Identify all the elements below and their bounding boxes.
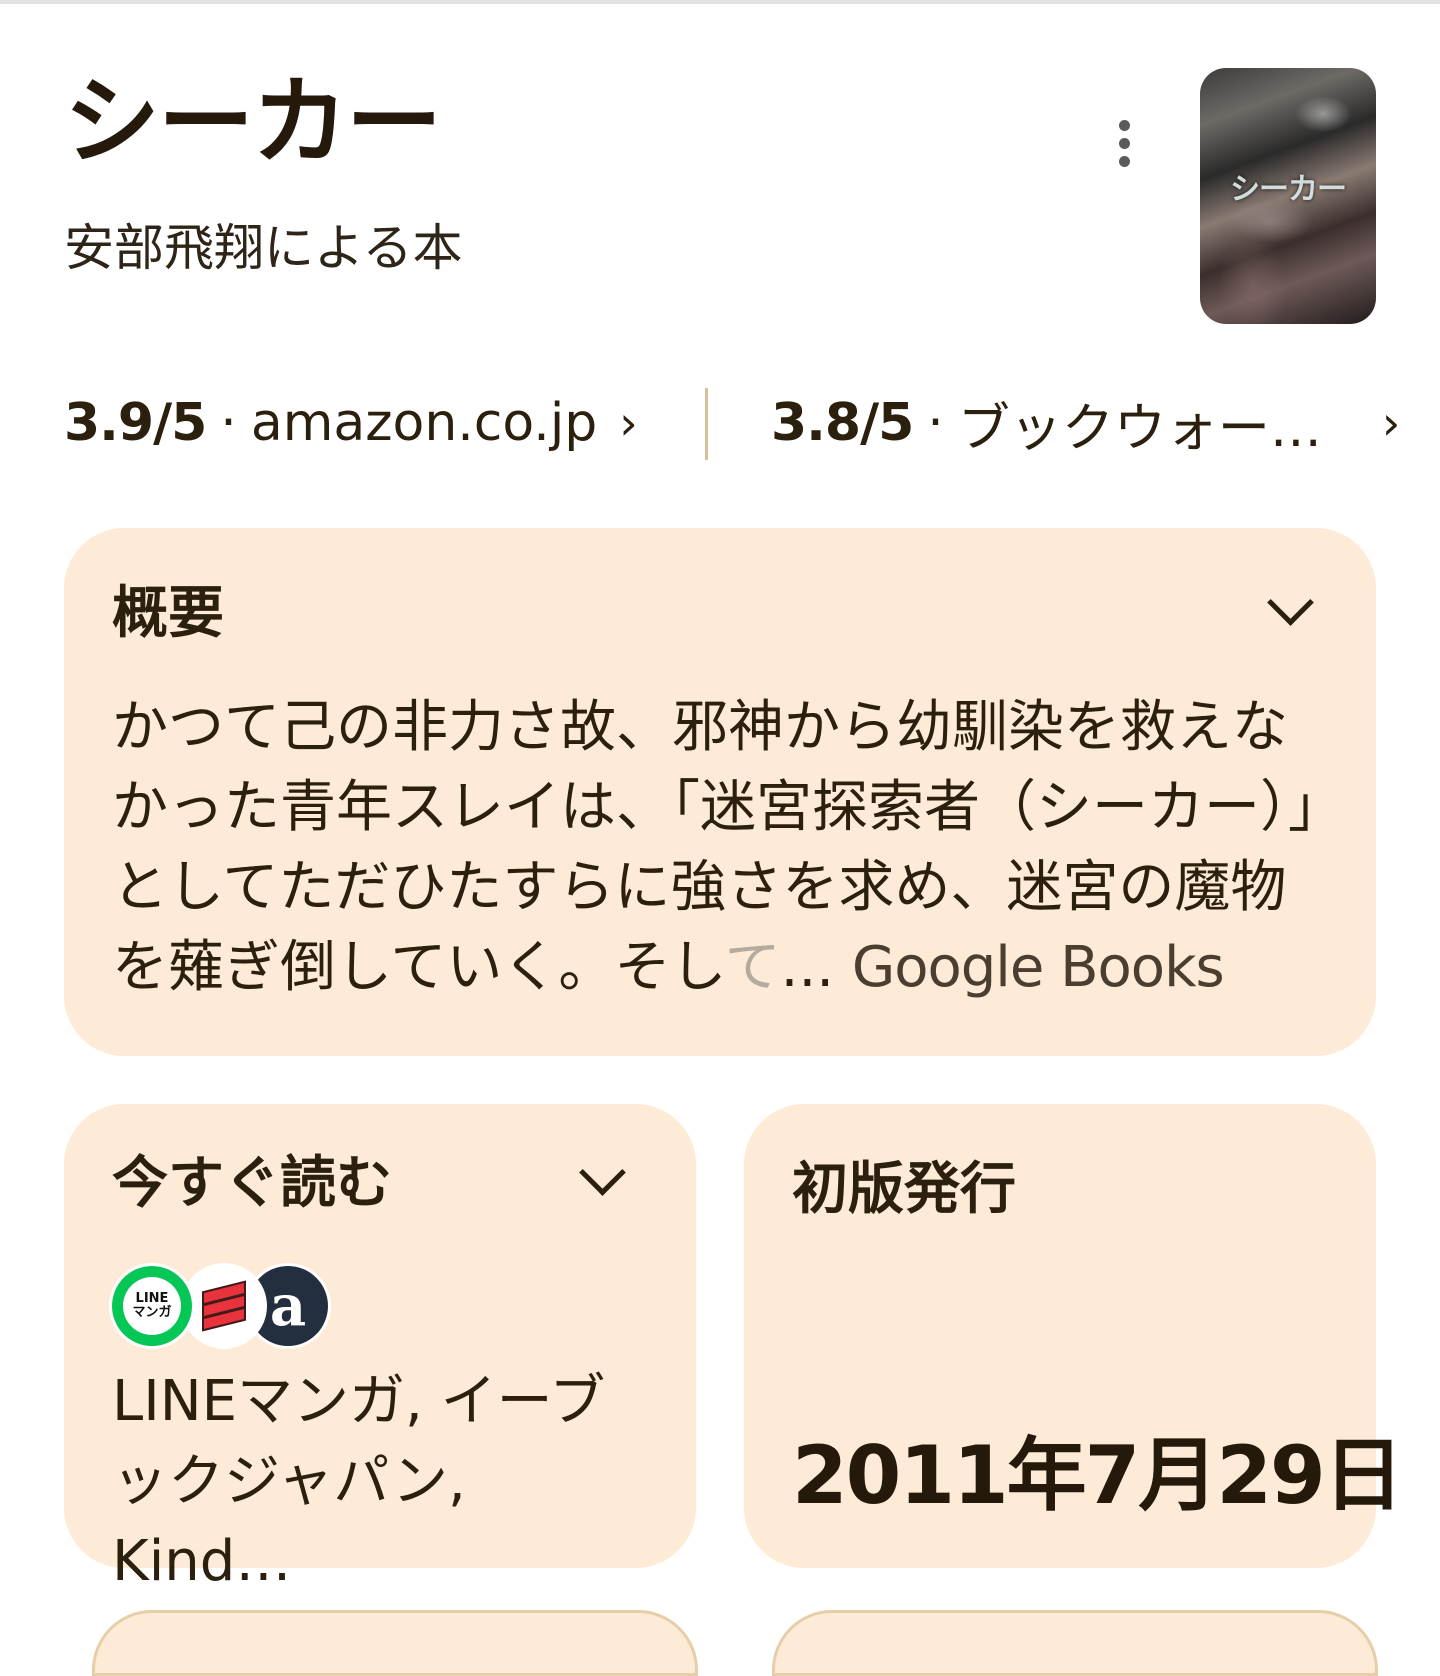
first-published-date: 2011年7月29日 (792, 1429, 1404, 1522)
book-subtitle: 安部飛翔による本 (64, 219, 463, 277)
rating-divider (705, 388, 708, 460)
summary-source-link[interactable]: Google Books (852, 935, 1225, 1000)
book-title: シーカー (64, 66, 442, 178)
line-manga-icon: LINE マンガ (112, 1266, 192, 1346)
rating-score: 3.8/5 (771, 393, 914, 453)
summary-text: かつて己の非力さ故、邪神から幼馴染を救えなかった青年スレイは、「迷宮探索者（シー… (112, 695, 1316, 1000)
rating-score: 3.9/5 (64, 393, 207, 453)
ratings-row: 3.9/5 · amazon.co.jp › 3.8/5 · ブックウォー… › (64, 388, 1440, 460)
rating-source: amazon.co.jp (250, 393, 598, 453)
rating-amazon[interactable]: 3.9/5 · amazon.co.jp › (64, 388, 638, 458)
store-logos: LINE マンガ a (112, 1266, 332, 1348)
chevron-down-icon[interactable] (582, 1160, 614, 1192)
more-options-button[interactable] (1100, 108, 1148, 178)
read-now-title: 今すぐ読む (112, 1151, 392, 1216)
chevron-down-icon[interactable] (1270, 590, 1302, 622)
top-divider (0, 0, 1440, 4)
ebookjapan-icon (184, 1266, 264, 1346)
read-now-stores: LINEマンガ, イーブックジャパン, Kind… (112, 1369, 606, 1594)
more-vert-icon (1118, 119, 1130, 131)
chevron-right-icon: › (1381, 396, 1401, 450)
chevron-right-icon: › (619, 396, 638, 450)
first-published-title: 初版発行 (792, 1157, 1016, 1222)
cover-title-text: シーカー (1230, 172, 1347, 207)
rating-source: ブックウォー… (957, 398, 1322, 459)
book-cover-image[interactable]: シーカー (1200, 68, 1376, 324)
rating-bookwalker[interactable]: 3.8/5 · ブックウォー… › (771, 388, 1440, 459)
next-card-right[interactable] (772, 1610, 1378, 1676)
next-card-left[interactable] (92, 1610, 698, 1676)
summary-title: 概要 (112, 581, 224, 646)
